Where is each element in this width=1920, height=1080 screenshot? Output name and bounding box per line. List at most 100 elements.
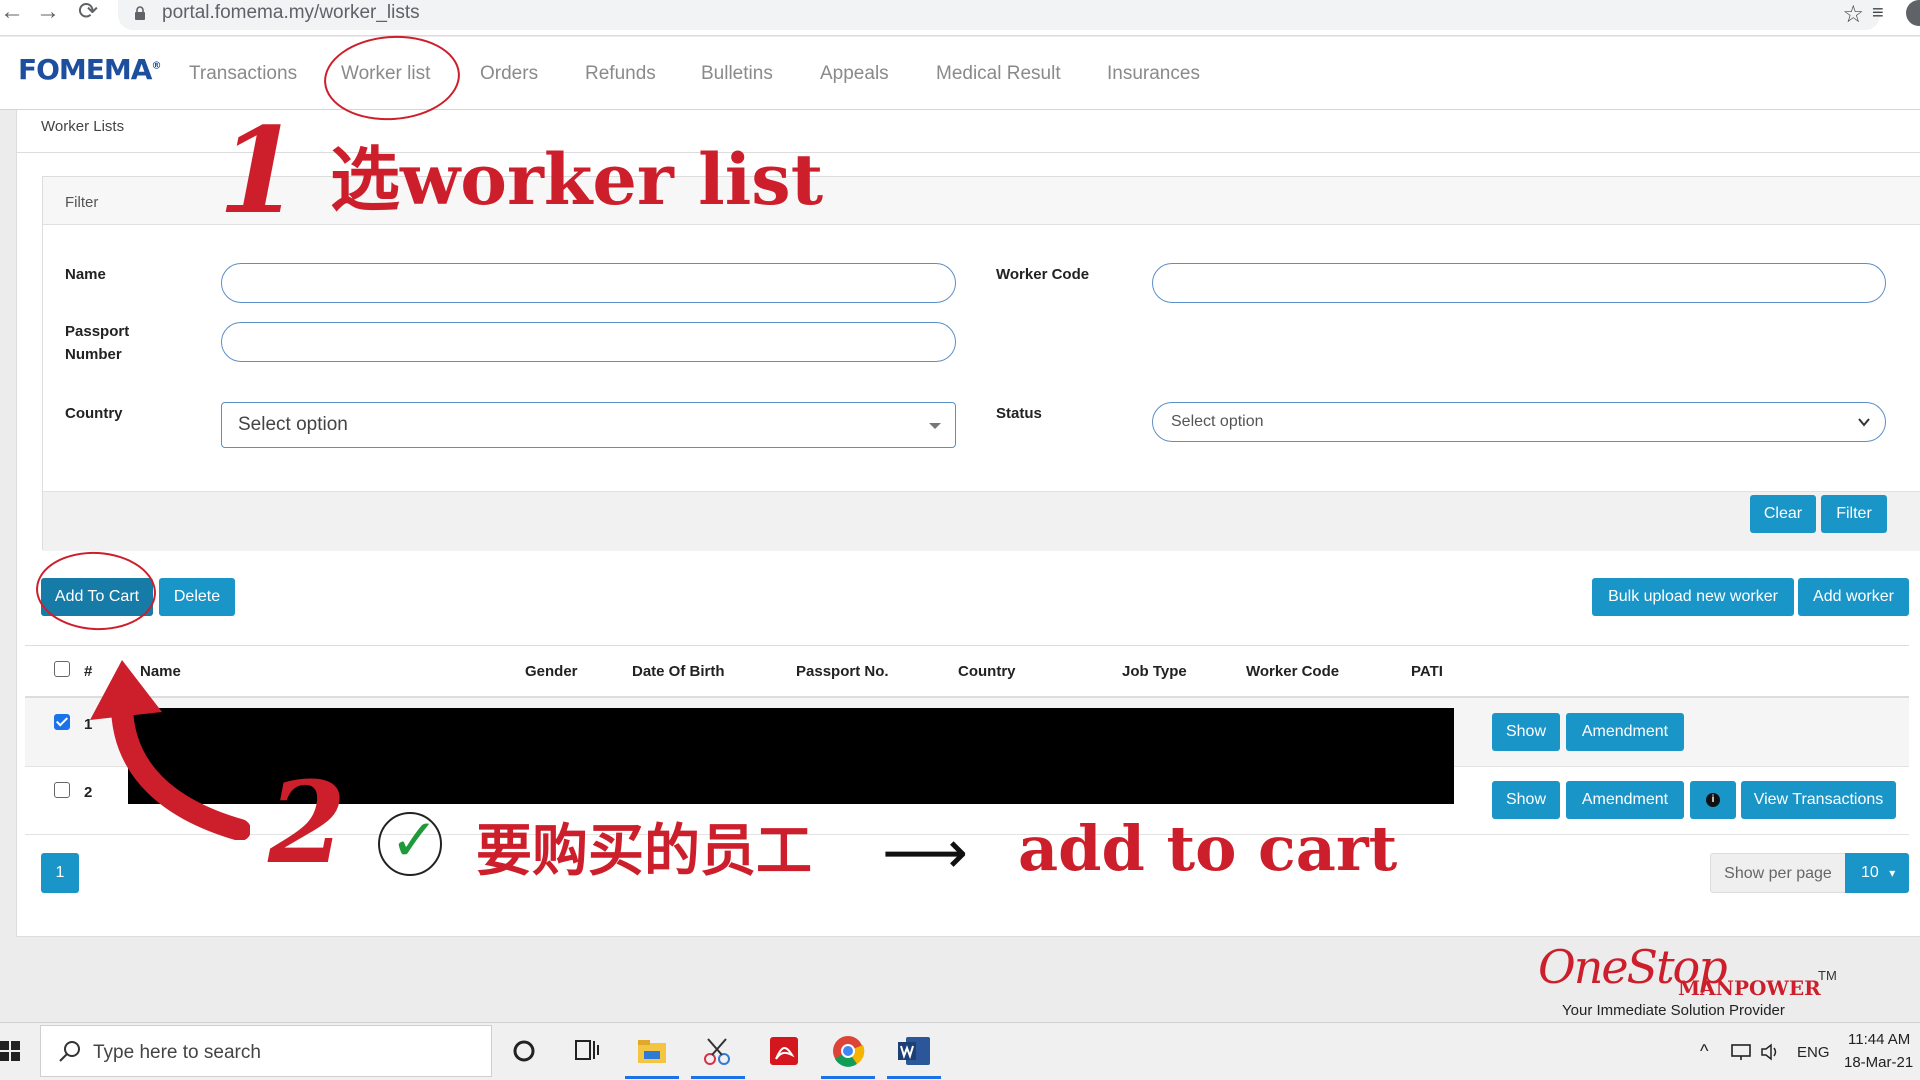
breadcrumb: Worker Lists (41, 118, 125, 135)
filter-footer (43, 491, 1920, 551)
status-select[interactable]: Select option (1152, 402, 1886, 442)
chrome-icon[interactable] (830, 1033, 866, 1069)
passport-label-line2: Number (65, 346, 122, 363)
status-label: Status (996, 405, 1042, 422)
country-select[interactable]: Select option (221, 402, 956, 448)
th-country[interactable]: Country (958, 663, 1016, 680)
nav-bulletins[interactable]: Bulletins (701, 63, 773, 85)
reading-list-icon[interactable]: ≡ (1872, 2, 1884, 25)
row-2-show-button[interactable]: Show (1492, 781, 1560, 819)
th-date-of-birth[interactable]: Date Of Birth (632, 663, 725, 680)
per-page-value: 10 (1861, 864, 1879, 881)
reload-icon[interactable]: ⟳ (78, 0, 98, 26)
country-select-value: Select option (238, 414, 348, 435)
annotation-step-1-text: 选worker list (330, 138, 824, 221)
caret-down-icon: ▾ (1889, 866, 1896, 880)
filter-button[interactable]: Filter (1821, 495, 1887, 533)
bulk-upload-button[interactable]: Bulk upload new worker (1592, 578, 1794, 616)
top-navigation: FOMEMA® Transactions Worker list Orders … (0, 37, 1920, 110)
taskbar-search-placeholder: Type here to search (93, 1042, 261, 1063)
passport-number-input[interactable] (221, 322, 956, 362)
annotation-step-2-text: 要购买的员工 (476, 818, 812, 884)
row-1-amendment-button[interactable]: Amendment (1566, 713, 1684, 751)
clock-date[interactable]: 18-Mar-21 (1844, 1054, 1913, 1071)
th-pati[interactable]: PATI (1411, 663, 1443, 680)
nav-transactions[interactable]: Transactions (189, 63, 297, 85)
worker-code-input[interactable] (1152, 263, 1886, 303)
windows-start-icon[interactable] (0, 1041, 20, 1061)
url-text: portal.fomema.my/worker_lists (162, 2, 420, 23)
caret-down-icon (929, 423, 941, 429)
content-bottom-border (16, 936, 1920, 937)
check-icon: ✓ (390, 806, 439, 874)
logo-text: FOMEMA (18, 53, 152, 86)
row-1-show-button[interactable]: Show (1492, 713, 1560, 751)
arrow-right-icon: ⟶ (882, 818, 969, 888)
annotation-step-2-action: add to cart (1018, 812, 1398, 885)
passport-label-line1: Passport (65, 323, 130, 340)
filter-title: Filter (65, 194, 99, 211)
th-passport-no[interactable]: Passport No. (796, 663, 889, 680)
th-job-type[interactable]: Job Type (1122, 663, 1187, 680)
add-worker-button[interactable]: Add worker (1798, 578, 1909, 616)
nav-insurances[interactable]: Insurances (1107, 63, 1200, 85)
acrobat-reader-icon[interactable] (766, 1033, 802, 1069)
show-per-page-label: Show per page (1710, 853, 1846, 893)
tray-chevron-icon[interactable]: ^ (1700, 1041, 1708, 1062)
row-2-view-transactions-button[interactable]: View Transactions (1741, 781, 1896, 819)
task-view-icon[interactable] (568, 1033, 604, 1069)
clear-button[interactable]: Clear (1750, 495, 1816, 533)
annotation-curved-arrow-icon (90, 660, 250, 840)
delete-button[interactable]: Delete (159, 578, 235, 616)
snipping-tool-icon[interactable] (700, 1033, 736, 1069)
row-2-info-button[interactable]: i (1690, 781, 1736, 819)
search-icon (59, 1041, 80, 1062)
fomema-logo[interactable]: FOMEMA® (18, 53, 161, 86)
browser-toolbar: ← → ⟳ portal.fomema.my/worker_lists ☆ ≡ (0, 0, 1920, 36)
bookmark-star-icon[interactable]: ☆ (1842, 0, 1864, 29)
forward-icon[interactable]: → (36, 0, 60, 26)
onestop-manpower-text: MANPOWER (1678, 976, 1821, 1000)
file-explorer-icon[interactable] (634, 1033, 670, 1069)
worker-code-label: Worker Code (996, 266, 1090, 283)
per-page-dropdown[interactable]: 10 ▾ (1845, 853, 1909, 893)
annotation-step-2-number: 2 (268, 758, 346, 889)
active-app-indicator (625, 1076, 679, 1079)
cortana-icon[interactable] (506, 1033, 542, 1069)
lock-icon (135, 6, 145, 20)
nav-medical-result[interactable]: Medical Result (936, 63, 1061, 85)
name-label: Name (65, 266, 106, 283)
windows-taskbar: Type here to search ^ ENG 11:44 AM 18-Ma… (0, 1022, 1920, 1080)
active-app-indicator (821, 1076, 875, 1079)
onestop-tm-mark: TM (1818, 968, 1837, 983)
network-icon[interactable] (1730, 1043, 1754, 1061)
row-1-checkbox[interactable] (54, 714, 70, 730)
word-icon[interactable] (896, 1033, 932, 1069)
taskbar-search-box[interactable]: Type here to search (40, 1025, 492, 1077)
annotation-check-circle: ✓ (378, 806, 442, 876)
status-select-value: Select option (1171, 413, 1264, 430)
page-1-button[interactable]: 1 (41, 853, 79, 893)
info-icon: i (1706, 793, 1720, 807)
filter-header: Filter (43, 177, 1920, 225)
back-icon[interactable]: ← (0, 0, 24, 26)
nav-refunds[interactable]: Refunds (585, 63, 656, 85)
clock-time[interactable]: 11:44 AM (1848, 1031, 1910, 1048)
annotation-step-1-number: 1 (218, 101, 301, 240)
chevron-down-icon (1858, 418, 1870, 427)
logo-registered-mark: ® (151, 60, 161, 72)
th-gender[interactable]: Gender (525, 663, 578, 680)
nav-appeals[interactable]: Appeals (820, 63, 889, 85)
row-2-checkbox[interactable] (54, 782, 70, 798)
select-all-checkbox[interactable] (54, 661, 70, 677)
th-worker-code[interactable]: Worker Code (1246, 663, 1339, 680)
nav-orders[interactable]: Orders (480, 63, 538, 85)
language-indicator[interactable]: ENG (1797, 1044, 1830, 1061)
row-2-amendment-button[interactable]: Amendment (1566, 781, 1684, 819)
table-header-top-border (25, 645, 1909, 646)
address-bar[interactable]: portal.fomema.my/worker_lists ☆ (118, 0, 1880, 30)
name-input[interactable] (221, 263, 956, 303)
volume-icon[interactable] (1760, 1043, 1782, 1061)
profile-avatar[interactable] (1906, 0, 1920, 26)
active-app-indicator (691, 1076, 745, 1079)
